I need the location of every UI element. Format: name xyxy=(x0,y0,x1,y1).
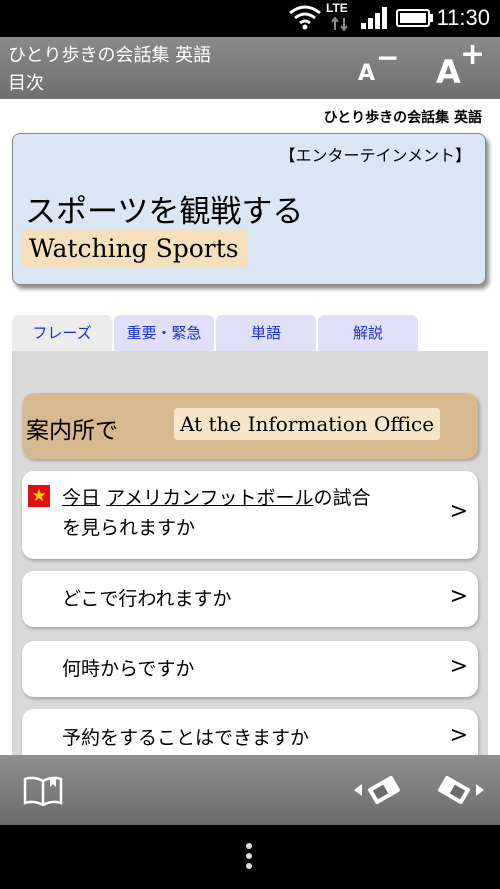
font-increase-button[interactable]: A + xyxy=(436,37,492,97)
phrase-text: 予約をすることはできますか xyxy=(62,727,310,749)
content-area[interactable]: ひとり歩きの会話集 英語 【エンターテインメント】 スポーツを観戦する Watc… xyxy=(0,99,500,755)
app-title: ひとり歩きの会話集 英語 xyxy=(8,45,212,66)
tab-bar: フレーズ 重要・緊急 単語 解説 xyxy=(12,315,488,353)
phrase-keyword[interactable]: 今日 xyxy=(62,487,100,509)
signal-icon xyxy=(361,7,387,29)
topic-category: 【エンターテインメント】 xyxy=(279,146,471,165)
tab-words[interactable]: 単語 xyxy=(216,315,316,353)
prev-page-icon[interactable] xyxy=(352,771,404,809)
phrase-keyword[interactable]: アメリカンフットボール xyxy=(106,487,313,509)
topic-card: 【エンターテインメント】 スポーツを観戦する Watching Sports xyxy=(12,133,486,285)
tab-explanation[interactable]: 解説 xyxy=(318,315,418,353)
font-decrease-letter: A xyxy=(358,61,376,86)
phrase-text: 何時からですか xyxy=(62,658,195,680)
data-arrows-icon xyxy=(331,16,348,32)
chevron-right-icon: > xyxy=(449,654,468,679)
clock: 11:30 xyxy=(436,5,490,30)
section-title-en: At the Information Office xyxy=(174,408,441,440)
phrase-item[interactable]: ★ 今日 アメリカンフットボールの試合 を見られますか > xyxy=(22,471,478,559)
overflow-menu-icon[interactable] xyxy=(246,843,254,873)
topic-title-en: Watching Sports xyxy=(21,230,247,267)
tab-phrases[interactable]: フレーズ xyxy=(12,315,112,353)
phrase-text: 今日 アメリカンフットボールの試合 を見られますか xyxy=(62,487,371,539)
font-increase-letter: A xyxy=(436,53,461,91)
phrase-panel[interactable]: 案内所で At the Information Office ★ 今日 アメリカ… xyxy=(12,351,488,755)
app-subtitle: 目次 xyxy=(8,73,44,94)
phrase-item[interactable]: どこで行われますか > xyxy=(22,571,478,627)
chevron-right-icon: > xyxy=(449,584,468,609)
network-type-label: LTE xyxy=(326,1,348,15)
book-title: ひとり歩きの会話集 英語 xyxy=(323,110,482,126)
book-icon[interactable] xyxy=(22,775,64,807)
system-nav-bar xyxy=(0,825,500,889)
phrase-text-line2: を見られますか xyxy=(62,517,196,539)
font-decrease-button[interactable]: A − xyxy=(358,41,408,93)
status-bar: LTE 11:30 xyxy=(0,0,500,37)
section-title-jp: 案内所で xyxy=(26,418,118,444)
section-header: 案内所で At the Information Office xyxy=(22,393,478,459)
font-increase-mark: + xyxy=(460,37,486,72)
chevron-right-icon: > xyxy=(449,723,468,748)
bottom-toolbar xyxy=(0,755,500,825)
next-page-icon[interactable] xyxy=(434,771,486,809)
chevron-right-icon: > xyxy=(449,499,468,524)
phrase-text: どこで行われますか xyxy=(62,588,232,610)
phrase-item[interactable]: 何時からですか > xyxy=(22,641,478,697)
wifi-icon xyxy=(289,5,321,30)
tab-important-emergency[interactable]: 重要・緊急 xyxy=(114,315,214,353)
app-bar: ひとり歩きの会話集 英語 目次 A − A + xyxy=(0,37,500,99)
font-decrease-mark: − xyxy=(376,41,400,74)
battery-icon xyxy=(396,9,433,27)
star-icon: ★ xyxy=(28,485,50,507)
phrase-item[interactable]: 予約をすることはできますか > xyxy=(22,709,478,755)
topic-title-jp: スポーツを観戦する xyxy=(25,194,304,230)
